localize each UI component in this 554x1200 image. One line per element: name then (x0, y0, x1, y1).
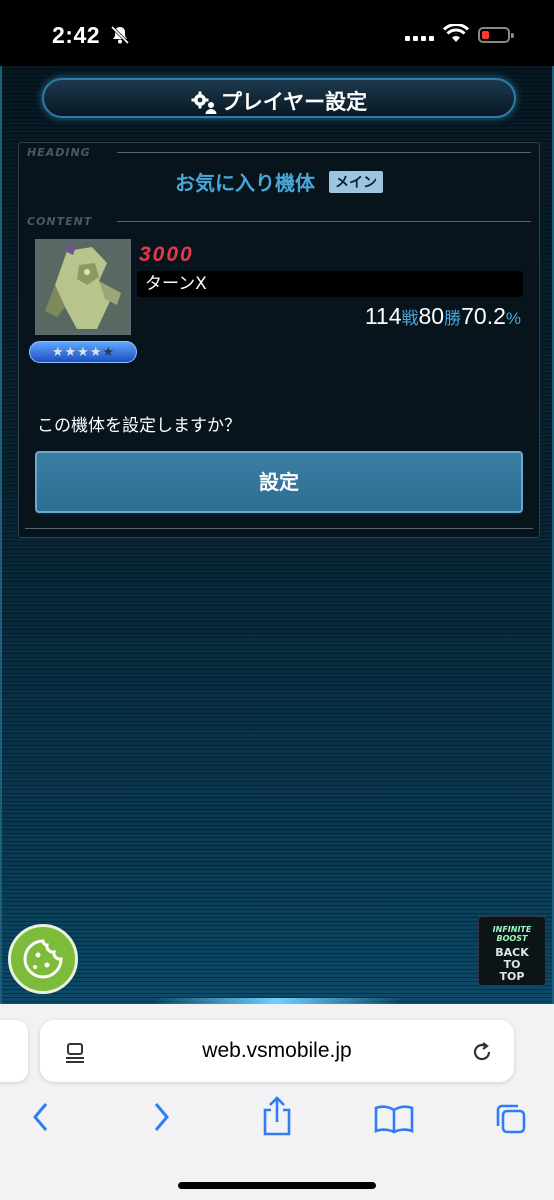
game-logo: INFINITE BOOST (492, 925, 532, 943)
favorite-unit-panel: HEADING お気に入り機体 メイン CONTENT ★ ★ ★ ★ ★ 3000 ター… (18, 142, 540, 538)
star-icon: ★ (64, 344, 77, 360)
favorite-title: お気に入り機体 (175, 171, 315, 195)
star-empty-icon: ★ (102, 344, 115, 360)
content-label: CONTENT (27, 215, 93, 228)
star-icon: ★ (89, 344, 102, 360)
unit-record: 114戦80勝70.2% (365, 303, 521, 330)
set-button[interactable]: 設定 (35, 451, 523, 513)
battle-unit: 戦 (401, 309, 419, 328)
browser-chrome: web.vsmobile.jp (0, 1004, 554, 1200)
bookmarks-icon[interactable] (374, 1104, 414, 1134)
cellular-signal-icon (405, 36, 434, 41)
forward-icon[interactable] (148, 1100, 172, 1134)
share-icon[interactable] (260, 1096, 294, 1136)
unit-name: ターンX (137, 271, 523, 297)
cookie-icon (23, 939, 63, 979)
page-title: プレイヤー設定 (220, 90, 368, 114)
battery-icon (478, 27, 514, 43)
win-count: 80 (418, 303, 445, 329)
url-text: web.vsmobile.jp (202, 1039, 352, 1062)
percent-unit: % (505, 309, 521, 328)
bell-muted-icon (110, 25, 130, 45)
status-time: 2:42 (52, 22, 101, 48)
win-rate: 70.2 (461, 303, 506, 329)
status-bar: 2:42 (0, 0, 554, 66)
address-bar[interactable]: web.vsmobile.jp (40, 1020, 514, 1082)
star-icon: ★ (51, 344, 64, 360)
reload-icon[interactable] (470, 1040, 494, 1064)
back-icon[interactable] (30, 1100, 54, 1134)
heading-label: HEADING (27, 146, 91, 159)
unit-rank-stars: ★ ★ ★ ★ ★ (29, 341, 137, 363)
previous-tab-preview[interactable] (0, 1020, 28, 1082)
back-to-top-label: TOP (499, 970, 525, 983)
cookie-settings-button[interactable] (8, 924, 78, 994)
back-to-top-button[interactable]: INFINITE BOOST BACK TO TOP (478, 916, 546, 986)
confirm-question: この機体を設定しますか？ (37, 416, 241, 436)
wifi-icon (443, 24, 469, 42)
divider (117, 152, 531, 153)
favorite-title-row: お気に入り機体 メイン (19, 167, 539, 196)
home-indicator (178, 1182, 376, 1189)
tabs-icon[interactable] (494, 1102, 528, 1136)
mobile-suit-image (37, 241, 129, 333)
title-bar: プレイヤー設定 (42, 78, 516, 118)
game-page: プレイヤー設定 HEADING お気に入り機体 メイン CONTENT ★ ★ ★ ★ ★… (0, 66, 554, 1004)
star-icon: ★ (77, 344, 89, 360)
divider (25, 528, 533, 529)
battle-count: 114 (364, 303, 402, 329)
unit-thumbnail[interactable] (35, 239, 131, 335)
win-unit: 勝 (444, 309, 462, 328)
browser-toolbar (0, 1096, 554, 1144)
settings-player-icon (191, 91, 217, 114)
unit-cost: 3000 (139, 243, 194, 266)
divider (117, 221, 531, 222)
main-badge: メイン (329, 170, 383, 193)
